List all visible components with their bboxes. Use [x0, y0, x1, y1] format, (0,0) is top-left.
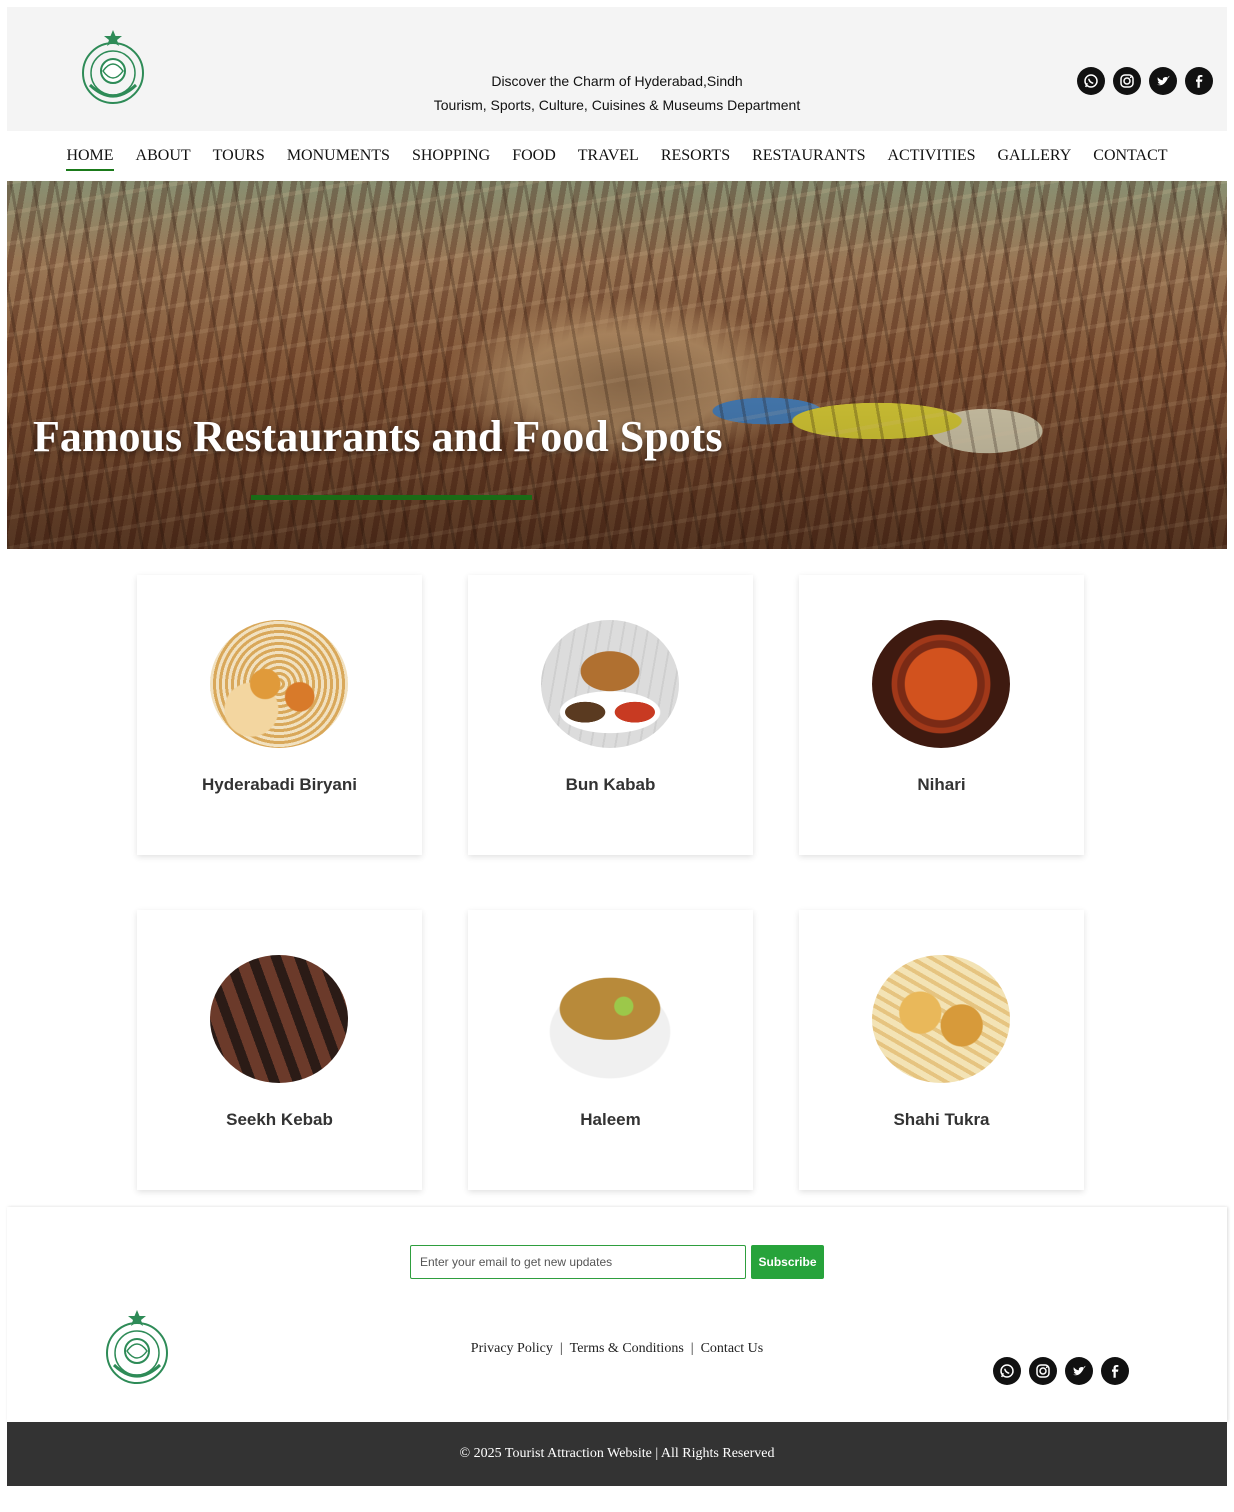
site-tagline: Discover the Charm of Hyderabad,Sindh To… [7, 69, 1227, 117]
privacy-policy-link[interactable]: Privacy Policy [471, 1341, 553, 1356]
food-card-title: Haleem [580, 1110, 641, 1129]
seekh-kebab-image [210, 955, 348, 1083]
nav-contact[interactable]: CONTACT [1082, 144, 1178, 168]
instagram-icon[interactable] [1029, 1357, 1057, 1385]
tagline-line-2: Tourism, Sports, Culture, Cuisines & Mus… [433, 97, 801, 113]
food-card[interactable]: Haleem [468, 910, 753, 1190]
hero-banner: Famous Restaurants and Food Spots [7, 181, 1227, 549]
site-footer: Subscribe Privacy Policy | Terms & Conditi… [7, 1207, 1227, 1422]
food-card-title: Seekh Kebab [226, 1110, 333, 1129]
link-separator: | [559, 1341, 563, 1356]
food-card[interactable]: Nihari [799, 575, 1084, 855]
tagline-line-1: Discover the Charm of Hyderabad,Sindh [491, 73, 743, 89]
hero-title: Famous Restaurants and Food Spots [33, 412, 723, 461]
nav-activities[interactable]: ACTIVITIES [877, 144, 987, 168]
food-card[interactable]: Bun Kabab [468, 575, 753, 855]
nav-travel[interactable]: TRAVEL [567, 144, 650, 168]
nav-tours[interactable]: TOURS [202, 144, 276, 168]
contact-us-link[interactable]: Contact Us [701, 1341, 764, 1356]
main-navigation: HOME ABOUT TOURS MONUMENTS SHOPPING FOOD… [7, 131, 1227, 181]
nav-food[interactable]: FOOD [501, 144, 567, 168]
nav-resorts[interactable]: RESORTS [650, 144, 741, 168]
food-card-title: Bun Kabab [565, 775, 656, 794]
shahi-tukra-image [872, 955, 1010, 1083]
header-social-links [1077, 67, 1213, 95]
terms-conditions-link[interactable]: Terms & Conditions [570, 1341, 684, 1356]
food-card[interactable]: Hyderabadi Biryani [137, 575, 422, 855]
facebook-icon[interactable] [1185, 67, 1213, 95]
copyright-bar: © 2025 Tourist Attraction Website | All … [7, 1422, 1227, 1486]
hyderabadi-biryani-image [210, 620, 348, 748]
food-card[interactable]: Shahi Tukra [799, 910, 1084, 1190]
hero-title-underline [251, 495, 532, 500]
haleem-image [541, 955, 679, 1083]
nav-monuments[interactable]: MONUMENTS [276, 144, 401, 168]
whatsapp-icon[interactable] [1077, 67, 1105, 95]
nihari-image [872, 620, 1010, 748]
whatsapp-icon[interactable] [993, 1357, 1021, 1385]
newsletter-email-input[interactable] [410, 1245, 746, 1279]
twitter-icon[interactable] [1065, 1357, 1093, 1385]
nav-about[interactable]: ABOUT [125, 144, 202, 168]
nav-gallery[interactable]: GALLERY [986, 144, 1082, 168]
site-header: Discover the Charm of Hyderabad,Sindh To… [7, 7, 1227, 131]
instagram-icon[interactable] [1113, 67, 1141, 95]
food-card-title: Nihari [917, 775, 966, 794]
link-separator: | [690, 1341, 694, 1356]
footer-links: Privacy Policy | Terms & Conditions | Contac… [7, 1341, 1227, 1357]
food-card[interactable]: Seekh Kebab [137, 910, 422, 1190]
footer-social-links [993, 1357, 1129, 1385]
bun-kabab-image [541, 620, 679, 748]
newsletter-form: Subscribe [410, 1245, 824, 1279]
food-card-title: Shahi Tukra [893, 1110, 990, 1129]
facebook-icon[interactable] [1101, 1357, 1129, 1385]
nav-shopping[interactable]: SHOPPING [401, 144, 501, 168]
nav-restaurants[interactable]: RESTAURANTS [741, 144, 876, 168]
twitter-icon[interactable] [1149, 67, 1177, 95]
subscribe-button[interactable]: Subscribe [751, 1245, 824, 1279]
food-card-title: Hyderabadi Biryani [202, 775, 357, 794]
nav-home[interactable]: HOME [55, 144, 124, 171]
